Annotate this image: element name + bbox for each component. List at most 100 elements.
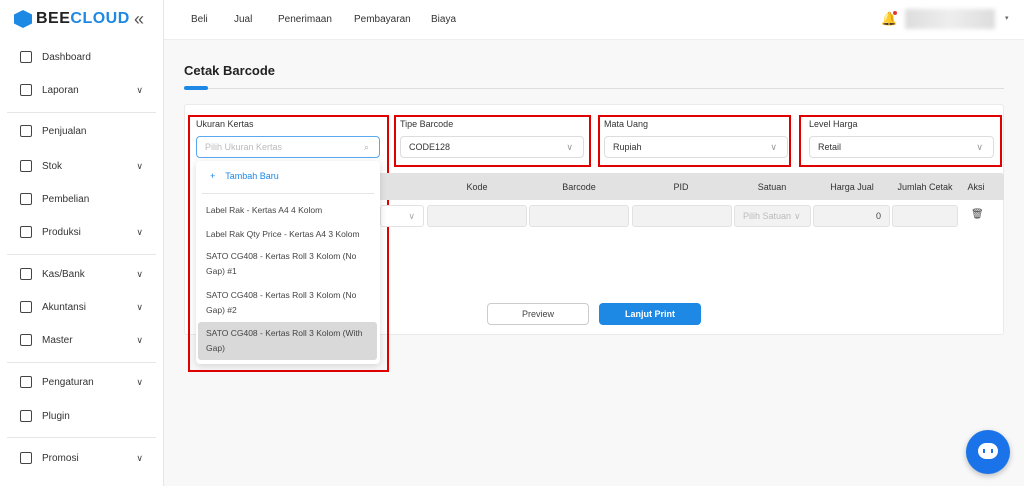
- chevron-down-icon: ∨: [136, 334, 143, 345]
- ukuran-placeholder: Pilih Ukuran Kertas: [205, 142, 283, 152]
- chevron-down-icon: ∨: [136, 226, 143, 237]
- dropdown-option[interactable]: Label Rak Qty Price - Kertas A4 3 Kolom: [206, 227, 376, 242]
- sidebar-item-label: Penjualan: [42, 125, 87, 137]
- divider: [7, 254, 156, 255]
- sidebar: BEE CLOUD « Dashboard Laporan ∨ Penjualan Sto…: [0, 0, 164, 486]
- nav-biaya[interactable]: Biaya: [431, 14, 456, 25]
- nav-penerimaan[interactable]: Penerimaan: [278, 14, 332, 25]
- chevron-down-icon: ∨: [794, 210, 801, 221]
- chevron-down-icon: ∨: [136, 84, 143, 95]
- tab-underline: [184, 88, 1004, 89]
- collapse-sidebar-icon[interactable]: «: [134, 9, 144, 30]
- lanjut-print-button[interactable]: Lanjut Print: [599, 303, 701, 325]
- puzzle-icon: [20, 410, 32, 422]
- sidebar-item-dashboard[interactable]: Dashboard: [0, 45, 163, 69]
- barcode-input[interactable]: [529, 205, 629, 227]
- tipe-barcode-select[interactable]: CODE128 ∨: [400, 136, 584, 158]
- nav-beli[interactable]: Beli: [191, 14, 208, 25]
- sidebar-item-label: Plugin: [42, 410, 70, 422]
- col-harga-jual: Harga Jual: [830, 182, 874, 192]
- tipe-value: CODE128: [409, 142, 451, 152]
- sidebar-item-promosi[interactable]: Promosi ∨: [0, 446, 163, 470]
- sidebar-item-akuntansi[interactable]: Akuntansi ∨: [0, 295, 163, 319]
- chat-dots: [983, 449, 993, 453]
- level-harga-select[interactable]: Retail ∨: [809, 136, 994, 158]
- sidebar-item-label: Stok: [42, 160, 63, 172]
- col-barcode: Barcode: [562, 182, 596, 192]
- satuan-placeholder: Pilih Satuan: [743, 211, 792, 221]
- page-title: Cetak Barcode: [184, 63, 276, 78]
- chevron-down-icon: ∨: [976, 141, 983, 152]
- sidebar-item-laporan[interactable]: Laporan ∨: [0, 78, 163, 102]
- tipe-label: Tipe Barcode: [400, 119, 454, 129]
- megaphone-icon: [20, 452, 32, 464]
- brand-part: CLOUD: [70, 10, 130, 27]
- kode-input[interactable]: [427, 205, 527, 227]
- database-icon: [20, 334, 32, 346]
- sidebar-item-pembelian[interactable]: Pembelian: [0, 187, 163, 211]
- dollar-icon: [20, 268, 32, 280]
- col-jumlah-cetak: Jumlah Cetak: [897, 182, 953, 192]
- active-tab-indicator: [184, 86, 208, 90]
- col-kode: Kode: [466, 182, 488, 192]
- sidebar-item-label: Master: [42, 334, 73, 346]
- col-satuan: Satuan: [757, 182, 787, 192]
- tambah-baru-option[interactable]: + Tambah Baru: [210, 171, 279, 181]
- sidebar-item-plugin[interactable]: Plugin: [0, 404, 163, 428]
- box-icon: [20, 160, 32, 172]
- satuan-select[interactable]: Pilih Satuan ∨: [734, 205, 811, 227]
- sidebar-item-penjualan[interactable]: Penjualan: [0, 119, 163, 143]
- sidebar-item-label: Promosi: [42, 452, 79, 464]
- chevron-down-icon: ∨: [770, 141, 777, 152]
- brand-part: BEE: [36, 10, 71, 27]
- col-aksi: Aksi: [967, 182, 985, 192]
- ukuran-search-input[interactable]: Pilih Ukuran Kertas ⌕: [196, 136, 380, 158]
- sidebar-item-label: Produksi: [42, 226, 81, 238]
- gear-icon: [20, 376, 32, 388]
- chevron-down-icon: ∨: [136, 268, 143, 279]
- sidebar-item-stok[interactable]: Stok ∨: [0, 154, 163, 178]
- dropdown-option[interactable]: Label Rak - Kertas A4 4 Kolom: [206, 203, 376, 218]
- sidebar-item-produksi[interactable]: Produksi ∨: [0, 220, 163, 244]
- logo-icon: [14, 10, 32, 28]
- plus-icon: +: [210, 171, 216, 181]
- col-pid: PID: [673, 182, 689, 192]
- user-menu[interactable]: [905, 9, 995, 29]
- grid-icon: [20, 51, 32, 63]
- search-icon: ⌕: [363, 141, 369, 152]
- chevron-down-icon[interactable]: ▾: [1005, 14, 1009, 22]
- level-label: Level Harga: [809, 119, 858, 129]
- harga-value: 0: [875, 211, 881, 221]
- divider: [7, 362, 156, 363]
- sidebar-item-kasbank[interactable]: Kas/Bank ∨: [0, 262, 163, 286]
- chat-button[interactable]: [966, 430, 1010, 474]
- sidebar-item-pengaturan[interactable]: Pengaturan ∨: [0, 370, 163, 394]
- chevron-down-icon: ∨: [136, 452, 143, 463]
- produk-select[interactable]: ∨: [380, 205, 424, 227]
- level-value: Retail: [818, 142, 842, 152]
- nav-jual[interactable]: Jual: [234, 14, 252, 25]
- sidebar-item-master[interactable]: Master ∨: [0, 328, 163, 352]
- dropdown-option[interactable]: SATO CG408 - Kertas Roll 3 Kolom (No Gap…: [206, 288, 376, 318]
- ukuran-dropdown: + Tambah Baru Label Rak - Kertas A4 4 Kol…: [196, 161, 380, 364]
- cart-icon: [20, 193, 32, 205]
- trash-icon[interactable]: 🗑: [971, 209, 984, 220]
- nav-pembayaran[interactable]: Pembayaran: [354, 14, 411, 25]
- mata-uang-label: Mata Uang: [604, 119, 649, 129]
- ukuran-label: Ukuran Kertas: [196, 119, 254, 129]
- jumlah-cetak-input[interactable]: [892, 205, 958, 227]
- pid-input[interactable]: [632, 205, 732, 227]
- sidebar-item-label: Pengaturan: [42, 376, 94, 388]
- bar-chart-icon: [20, 301, 32, 313]
- mata-uang-select[interactable]: Rupiah ∨: [604, 136, 788, 158]
- sidebar-item-label: Laporan: [42, 84, 79, 96]
- brand-logo[interactable]: BEE CLOUD: [14, 10, 130, 28]
- chart-line-icon: [20, 84, 32, 96]
- dropdown-option-hovered[interactable]: SATO CG408 - Kertas Roll 3 Kolom (With G…: [206, 326, 376, 356]
- preview-button[interactable]: Preview: [487, 303, 589, 325]
- factory-icon: [20, 226, 32, 238]
- harga-jual-input[interactable]: 0: [813, 205, 890, 227]
- mata-uang-value: Rupiah: [613, 142, 642, 152]
- dropdown-option[interactable]: SATO CG408 - Kertas Roll 3 Kolom (No Gap…: [206, 249, 376, 279]
- divider: [7, 112, 156, 113]
